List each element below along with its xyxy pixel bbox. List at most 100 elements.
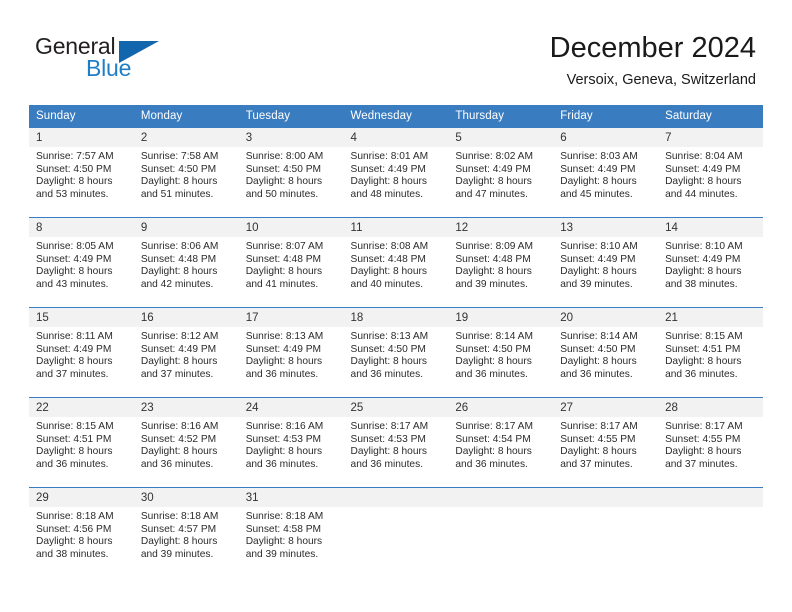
calendar-day-cell[interactable]: 11 Sunrise: 8:08 AM Sunset: 4:48 PM Dayligh…: [343, 217, 449, 307]
day-cell-inner: 15 Sunrise: 8:11 AM Sunset: 4:49 PM Dayligh…: [29, 307, 134, 397]
day-details: Sunrise: 8:13 AM Sunset: 4:49 PM Daylight:…: [239, 327, 344, 381]
calendar-day-cell[interactable]: 25 Sunrise: 8:17 AM Sunset: 4:53 PM Dayligh…: [343, 397, 449, 487]
day-detail-sunrise: Sunrise: 8:18 AM: [245, 511, 324, 522]
day-details: Sunrise: 8:10 AM Sunset: 4:49 PM Daylight:…: [553, 237, 658, 291]
calendar-day-cell[interactable]: 5 Sunrise: 8:02 AM Sunset: 4:49 PM Daylight…: [448, 127, 554, 217]
day-detail-sunset: Sunset: 4:55 PM: [665, 433, 741, 445]
calendar-week-row: 29 Sunrise: 8:18 AM Sunset: 4:56 PM Dayligh…: [29, 487, 763, 577]
day-detail-sunrise: Sunrise: 8:09 AM: [455, 241, 533, 252]
day-detail-daylight-line1: Daylight: 8 hours: [560, 176, 637, 188]
day-cell-inner: 14 Sunrise: 8:10 AM Sunset: 4:49 PM Dayligh…: [658, 217, 763, 307]
day-number: 10: [238, 218, 344, 237]
day-detail-sunset: Sunset: 4:49 PM: [36, 343, 112, 355]
calendar-day-cell[interactable]: 31 Sunrise: 8:18 AM Sunset: 4:58 PM Dayligh…: [238, 487, 344, 577]
day-detail-daylight-line2: and 47 minutes.: [455, 188, 528, 200]
day-detail-sunrise: Sunrise: 8:13 AM: [350, 331, 429, 342]
day-detail-daylight-line2: and 37 minutes.: [665, 458, 738, 470]
calendar-day-cell[interactable]: 7 Sunrise: 8:04 AM Sunset: 4:49 PM Daylight…: [658, 127, 763, 217]
calendar-day-cell[interactable]: 19 Sunrise: 8:14 AM Sunset: 4:50 PM Dayligh…: [448, 307, 554, 397]
day-detail-sunrise: Sunrise: 8:17 AM: [350, 421, 429, 432]
calendar-day-cell[interactable]: 22 Sunrise: 8:15 AM Sunset: 4:51 PM Dayligh…: [29, 397, 134, 487]
day-detail-daylight-line1: Daylight: 8 hours: [140, 446, 218, 458]
day-detail-sunset: Sunset: 4:48 PM: [350, 253, 426, 265]
calendar-day-cell[interactable]: 16 Sunrise: 8:12 AM Sunset: 4:49 PM Dayligh…: [133, 307, 239, 397]
day-detail-daylight-line2: and 51 minutes.: [140, 188, 214, 200]
day-cell-inner: 31 Sunrise: 8:18 AM Sunset: 4:58 PM Dayligh…: [238, 487, 344, 577]
day-details: [344, 507, 449, 511]
day-cell-inner: 5 Sunrise: 8:02 AM Sunset: 4:49 PM Daylight…: [448, 127, 554, 217]
day-detail-sunset: Sunset: 4:53 PM: [245, 433, 322, 445]
calendar-day-cell[interactable]: 15 Sunrise: 8:11 AM Sunset: 4:49 PM Dayligh…: [29, 307, 134, 397]
day-detail-daylight-line1: Daylight: 8 hours: [665, 356, 742, 368]
calendar-day-cell[interactable]: 14 Sunrise: 8:10 AM Sunset: 4:49 PM Dayligh…: [658, 217, 763, 307]
weekday-header-monday: Monday: [133, 105, 239, 127]
day-details: Sunrise: 8:16 AM Sunset: 4:52 PM Daylight:…: [134, 417, 239, 471]
day-detail-daylight-line2: and 48 minutes.: [350, 188, 424, 200]
day-number: 27: [553, 398, 659, 417]
calendar-day-cell[interactable]: 10 Sunrise: 8:07 AM Sunset: 4:48 PM Dayligh…: [238, 217, 344, 307]
day-detail-daylight-line1: Daylight: 8 hours: [350, 356, 427, 368]
day-number: [448, 488, 554, 507]
day-detail-sunrise: Sunrise: 8:17 AM: [560, 421, 638, 432]
calendar-day-cell[interactable]: 21 Sunrise: 8:15 AM Sunset: 4:51 PM Dayligh…: [658, 307, 763, 397]
calendar-day-cell[interactable]: 30 Sunrise: 8:18 AM Sunset: 4:57 PM Dayligh…: [133, 487, 239, 577]
day-detail-daylight-line2: and 44 minutes.: [665, 188, 738, 200]
day-cell-inner: 10 Sunrise: 8:07 AM Sunset: 4:48 PM Dayligh…: [238, 217, 344, 307]
calendar-day-cell[interactable]: 2 Sunrise: 7:58 AM Sunset: 4:50 PM Daylight…: [133, 127, 239, 217]
day-cell-inner: 6 Sunrise: 8:03 AM Sunset: 4:49 PM Daylight…: [553, 127, 659, 217]
day-detail-daylight-line1: Daylight: 8 hours: [36, 176, 113, 188]
day-detail-sunrise: Sunrise: 8:00 AM: [245, 151, 324, 162]
calendar-day-cell[interactable]: 18 Sunrise: 8:13 AM Sunset: 4:50 PM Dayligh…: [343, 307, 449, 397]
day-details: Sunrise: 8:10 AM Sunset: 4:49 PM Daylight:…: [658, 237, 763, 291]
day-detail-daylight-line1: Daylight: 8 hours: [36, 446, 113, 458]
day-detail-daylight-line2: and 36 minutes.: [245, 458, 319, 470]
day-details: [658, 507, 763, 511]
day-detail-daylight-line1: Daylight: 8 hours: [140, 266, 218, 278]
day-detail-sunrise: Sunrise: 8:14 AM: [455, 331, 533, 342]
weekday-header-thursday: Thursday: [448, 105, 554, 127]
calendar-day-cell[interactable]: 4 Sunrise: 8:01 AM Sunset: 4:49 PM Daylight…: [343, 127, 449, 217]
day-number: 8: [29, 218, 134, 237]
calendar-day-cell[interactable]: 20 Sunrise: 8:14 AM Sunset: 4:50 PM Dayligh…: [553, 307, 659, 397]
calendar-day-cell[interactable]: 17 Sunrise: 8:13 AM Sunset: 4:49 PM Dayligh…: [238, 307, 344, 397]
day-detail-sunset: Sunset: 4:51 PM: [665, 343, 741, 355]
day-number: 19: [448, 308, 554, 327]
day-detail-daylight-line2: and 36 minutes.: [245, 368, 319, 380]
day-number: 14: [658, 218, 763, 237]
calendar-day-cell[interactable]: 24 Sunrise: 8:16 AM Sunset: 4:53 PM Dayligh…: [238, 397, 344, 487]
calendar-day-cell[interactable]: 13 Sunrise: 8:10 AM Sunset: 4:49 PM Dayligh…: [553, 217, 659, 307]
day-cell-inner: [448, 487, 554, 577]
calendar-day-cell[interactable]: 3 Sunrise: 8:00 AM Sunset: 4:50 PM Daylight…: [238, 127, 344, 217]
calendar-day-cell[interactable]: 6 Sunrise: 8:03 AM Sunset: 4:49 PM Daylight…: [553, 127, 659, 217]
calendar-day-cell[interactable]: 9 Sunrise: 8:06 AM Sunset: 4:48 PM Daylight…: [133, 217, 239, 307]
day-detail-daylight-line1: Daylight: 8 hours: [140, 356, 218, 368]
calendar-day-cell[interactable]: 28 Sunrise: 8:17 AM Sunset: 4:55 PM Dayligh…: [658, 397, 763, 487]
day-detail-sunrise: Sunrise: 8:01 AM: [350, 151, 429, 162]
day-number: 2: [133, 128, 239, 147]
calendar-day-cell[interactable]: 8 Sunrise: 8:05 AM Sunset: 4:49 PM Daylight…: [29, 217, 134, 307]
day-number: 16: [133, 308, 239, 327]
day-detail-sunrise: Sunrise: 8:11 AM: [36, 331, 113, 342]
calendar-header-row: Sunday Monday Tuesday Wednesday Thursday…: [29, 105, 763, 127]
day-cell-inner: 4 Sunrise: 8:01 AM Sunset: 4:49 PM Daylight…: [343, 127, 449, 217]
day-details: Sunrise: 8:09 AM Sunset: 4:48 PM Daylight:…: [448, 237, 553, 291]
day-detail-sunset: Sunset: 4:56 PM: [36, 523, 112, 535]
day-cell-inner: 19 Sunrise: 8:14 AM Sunset: 4:50 PM Dayligh…: [448, 307, 554, 397]
calendar-day-cell[interactable]: 1 Sunrise: 7:57 AM Sunset: 4:50 PM Daylight…: [29, 127, 134, 217]
calendar-day-cell[interactable]: 27 Sunrise: 8:17 AM Sunset: 4:55 PM Dayligh…: [553, 397, 659, 487]
day-cell-inner: 9 Sunrise: 8:06 AM Sunset: 4:48 PM Daylight…: [133, 217, 239, 307]
calendar-day-cell[interactable]: 23 Sunrise: 8:16 AM Sunset: 4:52 PM Dayligh…: [133, 397, 239, 487]
location-subtitle: Versoix, Geneva, Switzerland: [566, 72, 756, 88]
day-cell-inner: [553, 487, 659, 577]
day-details: Sunrise: 8:04 AM Sunset: 4:49 PM Daylight:…: [658, 147, 763, 201]
day-cell-inner: 29 Sunrise: 8:18 AM Sunset: 4:56 PM Dayligh…: [29, 487, 134, 577]
calendar-day-cell[interactable]: 26 Sunrise: 8:17 AM Sunset: 4:54 PM Dayligh…: [448, 397, 554, 487]
day-detail-sunset: Sunset: 4:49 PM: [245, 343, 322, 355]
calendar-day-cell[interactable]: 29 Sunrise: 8:18 AM Sunset: 4:56 PM Dayligh…: [29, 487, 134, 577]
day-cell-inner: 22 Sunrise: 8:15 AM Sunset: 4:51 PM Dayligh…: [29, 397, 134, 487]
day-cell-inner: 11 Sunrise: 8:08 AM Sunset: 4:48 PM Dayligh…: [343, 217, 449, 307]
sunrise-sunset-calendar: Sunday Monday Tuesday Wednesday Thursday…: [29, 105, 763, 577]
day-detail-sunset: Sunset: 4:58 PM: [245, 523, 322, 535]
weekday-header-friday: Friday: [553, 105, 659, 127]
calendar-day-cell[interactable]: 12 Sunrise: 8:09 AM Sunset: 4:48 PM Dayligh…: [448, 217, 554, 307]
